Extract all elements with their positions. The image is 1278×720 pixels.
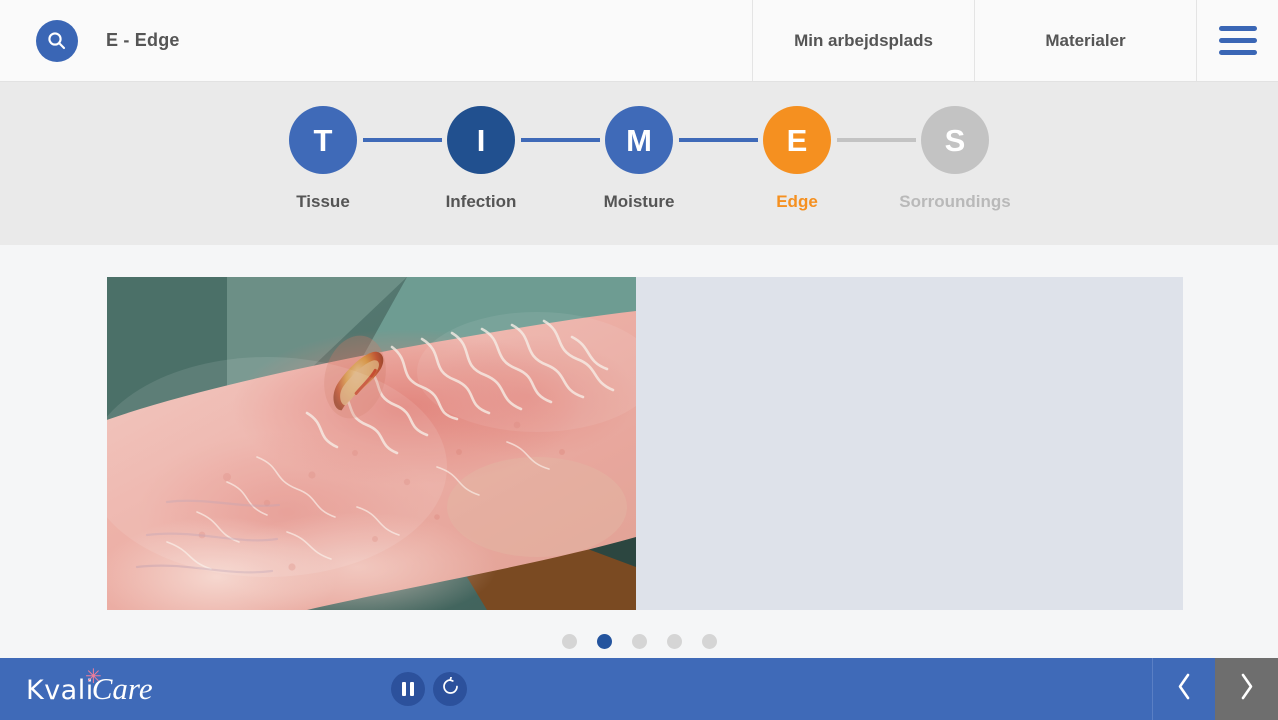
step-edge-label: Edge xyxy=(776,192,818,211)
step-infection-label: Infection xyxy=(445,192,517,211)
carousel-dots xyxy=(0,634,1278,649)
step-connector-1 xyxy=(362,106,442,174)
step-sorroundings-circle: S xyxy=(921,106,989,174)
app-footer: Kvali Care ✳ xyxy=(0,658,1278,720)
wound-photo xyxy=(107,277,636,610)
footer-prev-button[interactable] xyxy=(1152,658,1215,720)
times-stepper: T Tissue I Infection M Moisture E Edge S xyxy=(284,106,1011,212)
carousel-dot-4[interactable] xyxy=(666,634,682,649)
replay-button[interactable] xyxy=(433,672,467,706)
kvalicare-logo: Kvali Care ✳ xyxy=(26,667,153,707)
pause-icon xyxy=(402,682,414,696)
main-content xyxy=(0,245,1278,658)
step-connector-4 xyxy=(836,106,916,174)
step-tissue-circle: T xyxy=(289,106,357,174)
app-header: E - Edge Min arbejdsplads Materialer xyxy=(0,0,1278,82)
step-edge-circle: E xyxy=(763,106,831,174)
step-tissue[interactable]: T Tissue xyxy=(284,106,363,212)
carousel-dot-5[interactable] xyxy=(701,634,717,649)
step-moisture-label: Moisture xyxy=(603,192,675,211)
chevron-left-icon xyxy=(1176,673,1192,705)
page-title: E - Edge xyxy=(106,30,180,50)
step-infection[interactable]: I Infection xyxy=(442,106,521,212)
flower-icon: ✳ xyxy=(85,666,102,688)
media-controls xyxy=(391,672,467,706)
times-stepper-band: T Tissue I Infection M Moisture E Edge S xyxy=(0,82,1278,245)
chevron-right-icon xyxy=(1239,673,1255,705)
search-icon[interactable] xyxy=(36,19,78,62)
step-connector-3 xyxy=(678,106,758,174)
hamburger-menu-icon xyxy=(1218,26,1257,55)
step-sorroundings-label: Sorroundings xyxy=(899,192,1011,211)
step-moisture[interactable]: M Moisture xyxy=(600,106,679,212)
carousel-dot-2[interactable] xyxy=(596,634,612,649)
logo-text-kvali: Kvali xyxy=(26,675,94,706)
step-infection-circle: I xyxy=(447,106,515,174)
carousel-dot-1[interactable] xyxy=(561,634,577,649)
application-root: E - Edge Min arbejdsplads Materialer T T… xyxy=(0,0,1278,720)
step-connector-2 xyxy=(520,106,600,174)
step-tissue-label: Tissue xyxy=(296,192,350,211)
step-moisture-circle: M xyxy=(605,106,673,174)
carousel-panel xyxy=(107,277,1183,610)
step-edge[interactable]: E Edge xyxy=(758,106,837,212)
nav-item-min-arbejdsplads[interactable]: Min arbejdsplads xyxy=(753,0,975,81)
footer-next-button[interactable] xyxy=(1215,658,1278,720)
replay-icon xyxy=(441,676,460,701)
header-title-area: E - Edge xyxy=(0,0,753,81)
step-sorroundings[interactable]: S Sorroundings xyxy=(899,106,1011,212)
hamburger-menu-button[interactable] xyxy=(1197,0,1278,81)
footer-navigation xyxy=(1152,658,1278,720)
nav-item-materialer[interactable]: Materialer xyxy=(975,0,1197,81)
pause-button[interactable] xyxy=(391,672,425,706)
carousel-dot-3[interactable] xyxy=(631,634,647,649)
